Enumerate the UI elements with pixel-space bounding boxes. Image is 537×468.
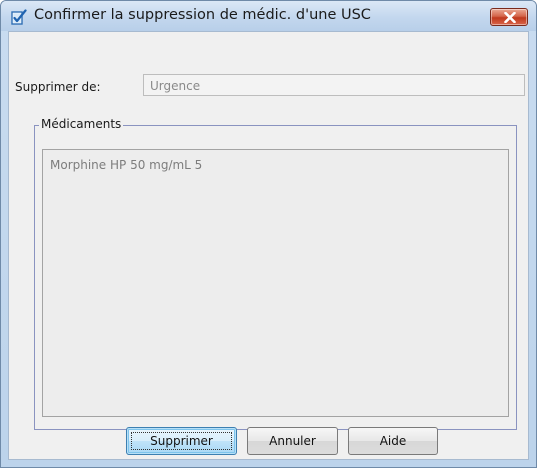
cancel-button-label: Annuler [269, 434, 316, 448]
delete-from-label: Supprimer de: [15, 80, 101, 94]
help-button-label: Aide [379, 434, 407, 448]
window-title: Confirmer la suppression de médic. d'une… [34, 7, 371, 23]
checkbox-document-icon [11, 9, 27, 25]
delete-button[interactable]: Supprimer [126, 427, 237, 455]
close-icon [504, 12, 516, 23]
dialog-body: Supprimer de: Urgence Médicaments Morphi… [8, 31, 529, 460]
dialog-window: Confirmer la suppression de médic. d'une… [0, 0, 537, 468]
close-button[interactable] [490, 8, 528, 26]
title-bar[interactable]: Confirmer la suppression de médic. d'une… [1, 1, 536, 31]
list-item[interactable]: Morphine HP 50 mg/mL 5 [50, 158, 202, 172]
cancel-button[interactable]: Annuler [247, 427, 338, 455]
medications-list[interactable]: Morphine HP 50 mg/mL 5 [42, 149, 509, 417]
delete-button-label: Supprimer [150, 434, 213, 448]
medications-group-label: Médicaments [39, 117, 124, 131]
help-button[interactable]: Aide [348, 427, 438, 455]
delete-from-field: Urgence [143, 74, 525, 96]
